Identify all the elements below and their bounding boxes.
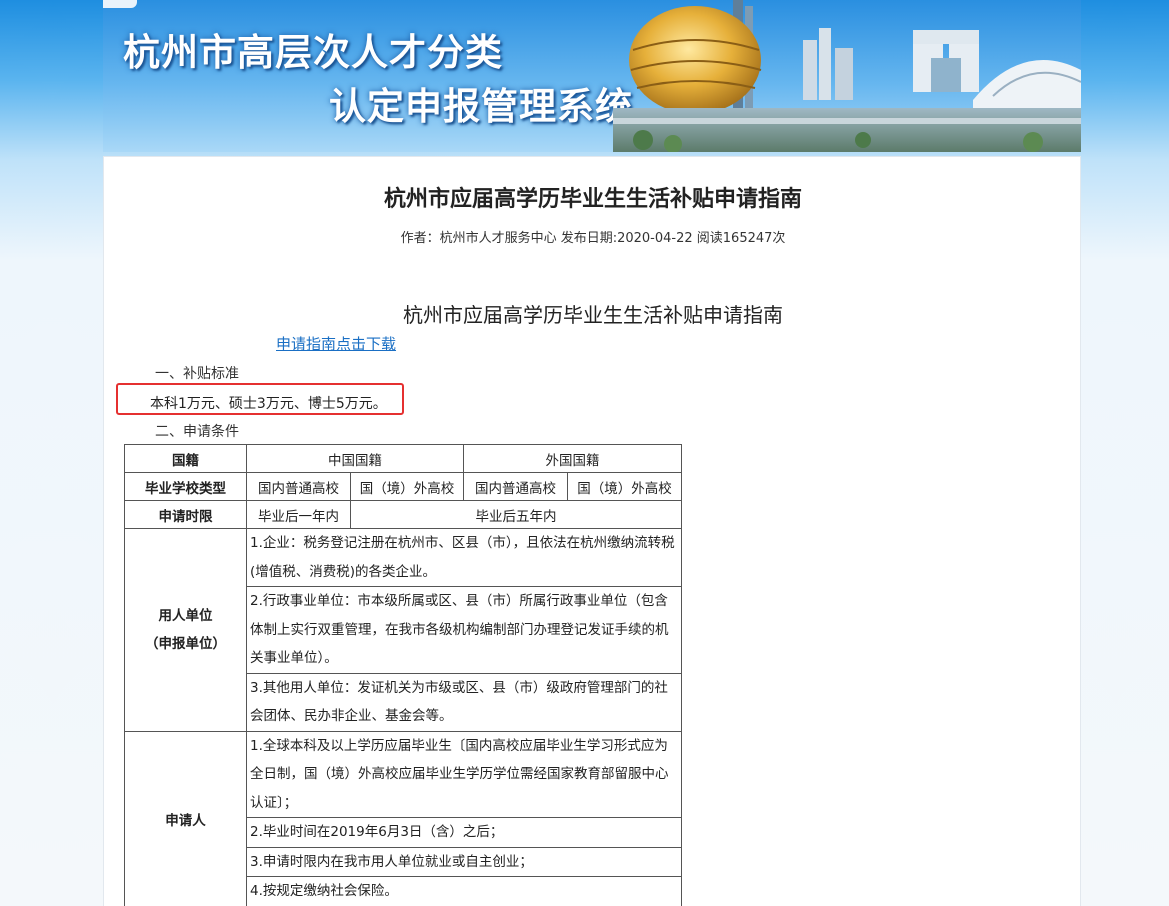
table-row: 申请时限 毕业后一年内 毕业后五年内 [124, 500, 682, 529]
table-row: 毕业学校类型 国内普通高校 国（境）外高校 国内普通高校 国（境）外高校 [124, 472, 682, 501]
cell-employer-item: 3.其他用人单位：发证机关为市级或区、县（市）级政府管理部门的社会团体、民办非企… [246, 672, 682, 732]
cell-applicant-item: 2.毕业时间在2019年6月3日（含）之后； [246, 817, 682, 848]
cell-employer-item: 2.行政事业单位：市本级所属或区、县（市）所属行政事业单位（包含体制上实行双重管… [246, 586, 682, 674]
cell-school-type: 国内普通高校 [463, 472, 568, 501]
site-banner: 杭州市高层次人才分类 认定申报管理系统 [103, 0, 1081, 152]
article-card: 杭州市应届高学历毕业生生活补贴申请指南 作者：杭州市人才服务中心 发布日期:20… [103, 156, 1081, 906]
table-row: 申请人 1.全球本科及以上学历应届毕业生〔国内高校应届毕业生学习形式应为全日制，… [124, 730, 682, 906]
cell-school-type: 国（境）外高校 [350, 472, 464, 501]
article-meta: 作者：杭州市人才服务中心 发布日期:2020-04-22 阅读165247次 [400, 231, 786, 246]
subsidy-standard-text: 本科1万元、硕士3万元、博士5万元。 [150, 396, 387, 412]
conditions-table: 国籍 中国国籍 外国国籍 毕业学校类型 国内普通高校 国（境）外高校 国内普通高… [124, 444, 682, 906]
logo-mark [103, 0, 137, 8]
section-heading-subsidy: 一、补贴标准 [155, 366, 239, 382]
table-row: 国籍 中国国籍 外国国籍 [124, 444, 682, 473]
banner-title-line2: 认定申报管理系统 [329, 85, 633, 128]
header-time-limit: 申请时限 [124, 500, 247, 529]
section-heading-conditions: 二、申请条件 [155, 424, 239, 440]
cell-school-type: 国内普通高校 [246, 472, 351, 501]
cell-employer-item: 1.企业：税务登记注册在杭州市、区县（市），且依法在杭州缴纳流转税(增值税、消费… [246, 528, 682, 587]
cell-chinese-nationality: 中国国籍 [246, 444, 464, 473]
banner-title-line1: 杭州市高层次人才分类 [123, 31, 503, 74]
download-guide-link[interactable]: 申请指南点击下载 [276, 333, 396, 354]
header-employer-label: 用人单位 [158, 607, 213, 624]
cell-time-limit: 毕业后五年内 [350, 500, 682, 529]
cell-time-limit: 毕业后一年内 [246, 500, 351, 529]
cell-applicant-item: 3.申请时限内在我市用人单位就业或自主创业； [246, 846, 682, 877]
header-employer-sublabel: （申报单位） [145, 635, 226, 652]
article-subtitle: 杭州市应届高学历毕业生生活补贴申请指南 [403, 303, 783, 327]
cell-applicant-item: 4.按规定缴纳社会保险。 [246, 876, 682, 906]
header-nationality: 国籍 [124, 444, 247, 473]
header-applicant: 申请人 [124, 730, 247, 906]
cell-school-type: 国（境）外高校 [567, 472, 682, 501]
header-employer: 用人单位 （申报单位） [124, 528, 247, 732]
city-skyline-illustration [613, 0, 1081, 152]
article-title: 杭州市应届高学历毕业生生活补贴申请指南 [383, 186, 802, 212]
cell-foreign-nationality: 外国国籍 [463, 444, 682, 473]
header-school-type: 毕业学校类型 [124, 472, 247, 501]
cell-applicant-item: 1.全球本科及以上学历应届毕业生〔国内高校应届毕业生学习形式应为全日制，国（境）… [246, 730, 682, 818]
table-row: 用人单位 （申报单位） 1.企业：税务登记注册在杭州市、区县（市），且依法在杭州… [124, 528, 682, 732]
